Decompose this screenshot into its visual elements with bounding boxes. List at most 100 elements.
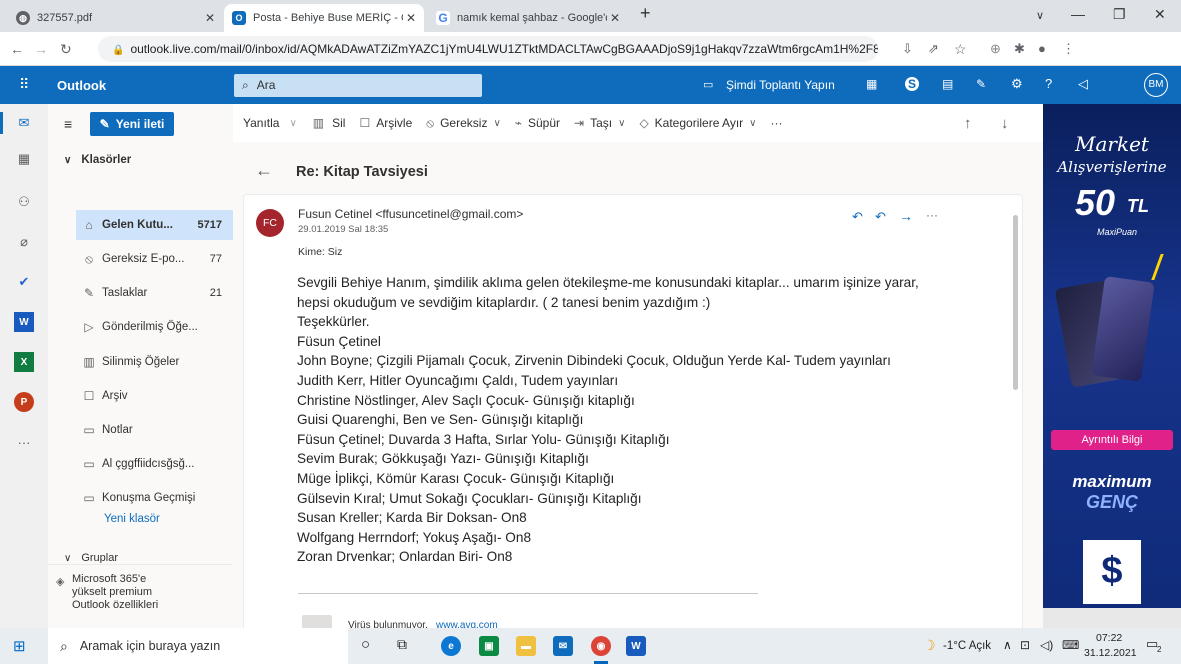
bookmark-star-icon[interactable]: ☆: [954, 41, 967, 58]
network-icon[interactable]: ⊡: [1020, 638, 1030, 652]
forward-icon[interactable]: →: [899, 208, 913, 224]
todo-icon[interactable]: ✔: [14, 272, 34, 292]
close-icon[interactable]: ✕: [205, 11, 215, 25]
people-icon[interactable]: ⚇: [14, 192, 34, 212]
sender-avatar[interactable]: FC: [256, 209, 284, 237]
folder-archive[interactable]: ☐ Arşiv: [82, 386, 232, 406]
attachment-icon[interactable]: ⌀: [14, 232, 34, 252]
folder-custom[interactable]: ▭ Al çggffiidcısğsğ...: [82, 454, 232, 474]
folder-sent[interactable]: ▷ Gönderilmiş Öğe...: [82, 317, 232, 337]
taskbar-search[interactable]: ⌕ Aramak için buraya yazın: [48, 628, 348, 664]
chrome-icon[interactable]: ◉: [591, 636, 611, 656]
word-app-icon[interactable]: W: [14, 312, 34, 332]
categorize-button[interactable]: Kategorilere Ayır: [655, 116, 744, 130]
arrow-up-icon[interactable]: ↑: [964, 115, 972, 132]
move-button[interactable]: Taşı: [590, 116, 612, 130]
groups-header[interactable]: ∨ Gruplar: [64, 553, 118, 563]
edge-icon[interactable]: e: [441, 636, 461, 656]
settings-icon[interactable]: ⚙: [1011, 76, 1023, 92]
chevron-down-icon[interactable]: ∨: [749, 118, 756, 129]
new-tab-icon[interactable]: +: [640, 3, 651, 24]
hamburger-icon[interactable]: ≡: [64, 116, 72, 132]
help-icon[interactable]: ?: [1045, 76, 1052, 91]
word-taskbar-icon[interactable]: W: [626, 636, 646, 656]
task-view-icon[interactable]: ⧉: [397, 636, 407, 653]
back-arrow-icon[interactable]: ←: [255, 160, 273, 181]
forward-icon[interactable]: →: [34, 41, 48, 57]
new-mail-button[interactable]: ✎ Yeni ileti: [90, 112, 174, 136]
share-icon[interactable]: ⇗: [928, 41, 939, 57]
delete-button[interactable]: Sil: [332, 116, 345, 130]
close-window-icon[interactable]: ✕: [1154, 6, 1166, 23]
file-explorer-icon[interactable]: ▬: [516, 636, 536, 656]
sweep-button[interactable]: Süpür: [528, 116, 560, 130]
archive-button[interactable]: Arşivle: [376, 116, 412, 130]
more-options-icon[interactable]: ···: [771, 116, 783, 130]
more-apps-icon[interactable]: ···: [14, 432, 34, 452]
reply-button[interactable]: Yanıtla: [243, 116, 279, 130]
chevron-down-icon[interactable]: ∨: [289, 118, 296, 129]
clock-time[interactable]: 07:22: [1096, 632, 1122, 644]
tab-pdf[interactable]: ◍ 327557.pdf ✕: [8, 4, 223, 32]
avatar[interactable]: BM: [1144, 73, 1168, 97]
folder-conversation-history[interactable]: ▭ Konuşma Geçmişi: [82, 488, 232, 508]
reply-icon[interactable]: ↶: [852, 209, 863, 225]
profile-icon[interactable]: ●: [1038, 41, 1046, 56]
arrow-down-icon[interactable]: ↓: [1001, 115, 1009, 132]
chevron-down-icon[interactable]: ∨: [493, 118, 500, 129]
chevron-up-icon[interactable]: ∧: [1003, 638, 1012, 652]
junk-button[interactable]: Gereksiz: [440, 116, 487, 130]
reply-all-icon[interactable]: ↶: [875, 209, 886, 225]
install-icon[interactable]: ⇩: [902, 41, 913, 57]
tab-search-icon[interactable]: ∨: [1036, 9, 1044, 22]
back-icon[interactable]: ←: [10, 41, 24, 57]
cortana-icon[interactable]: ○: [361, 636, 370, 653]
more-actions-icon[interactable]: ···: [926, 208, 938, 222]
upsell-panel[interactable]: ◈ Microsoft 365'e yükselt premium Outloo…: [48, 564, 233, 628]
store-icon[interactable]: ▣: [479, 636, 499, 656]
folder-junk-mail[interactable]: ⦸ Gereksiz E-po... 77: [82, 249, 232, 269]
weather-text[interactable]: -1°C Açık: [943, 640, 991, 652]
sender[interactable]: Fusun Cetinel <ffusuncetinel@gmail.com>: [298, 207, 523, 221]
tab-google[interactable]: G namık kemal şahbaz - Google'da ✕: [428, 4, 628, 32]
url-field[interactable]: 🔒 outlook.live.com/mail/0/inbox/id/AQMkAD…: [98, 36, 878, 62]
extension-icon[interactable]: ⊕: [990, 41, 1001, 57]
keyboard-icon[interactable]: ⌨: [1062, 638, 1079, 652]
app-launcher-icon[interactable]: ⠿: [19, 76, 29, 93]
puzzle-icon[interactable]: ✱: [1014, 41, 1025, 57]
meet-icon[interactable]: ▭: [703, 78, 713, 91]
close-icon[interactable]: ✕: [406, 11, 416, 25]
announcement-icon[interactable]: ◁: [1078, 76, 1088, 92]
scrollbar-thumb[interactable]: [1013, 215, 1018, 390]
menu-icon[interactable]: ⋮: [1062, 41, 1075, 57]
qr-icon[interactable]: ▦: [866, 77, 877, 91]
ad-button[interactable]: Ayrıntılı Bilgi: [1051, 430, 1173, 450]
restore-icon[interactable]: ❐: [1113, 6, 1126, 23]
avg-link[interactable]: www.avg.com: [436, 620, 498, 628]
chevron-down-icon[interactable]: ∨: [618, 118, 625, 129]
reload-icon[interactable]: ↻: [60, 41, 72, 58]
new-folder-link[interactable]: Yeni klasör: [104, 513, 160, 525]
word-icon[interactable]: ▤: [942, 77, 953, 91]
search-input[interactable]: ⌕ Ara: [234, 74, 482, 97]
folder-drafts[interactable]: ✎ Taslaklar 21: [82, 283, 232, 303]
weather-icon[interactable]: ☽: [923, 637, 936, 654]
folders-header[interactable]: ∨ Klasörler: [64, 154, 131, 166]
excel-app-icon[interactable]: X: [14, 352, 34, 372]
volume-icon[interactable]: ◁): [1040, 638, 1053, 652]
calendar-icon[interactable]: ▦: [14, 149, 34, 169]
powerpoint-app-icon[interactable]: P: [14, 392, 34, 412]
folder-deleted[interactable]: ▥ Silinmiş Öğeler: [82, 352, 232, 372]
mail-app-icon[interactable]: ✉: [553, 636, 573, 656]
minimize-icon[interactable]: —: [1071, 6, 1085, 22]
mail-icon[interactable]: ✉: [14, 113, 34, 133]
close-icon[interactable]: ✕: [610, 11, 620, 25]
skype-icon[interactable]: S: [905, 77, 919, 91]
ad-banner[interactable]: Market Alışverişlerine 50 TL MaxiPuan Ay…: [1043, 104, 1181, 628]
tab-outlook[interactable]: O Posta - Behiye Buse MERİÇ - Outl ✕: [224, 4, 424, 32]
feedback-icon[interactable]: ✎: [976, 77, 986, 91]
clock-date[interactable]: 31.12.2021: [1084, 647, 1137, 659]
folder-notes[interactable]: ▭ Notlar: [82, 420, 232, 440]
windows-start-icon[interactable]: ⊞: [13, 637, 26, 655]
meet-now-button[interactable]: Şimdi Toplantı Yapın: [726, 78, 835, 92]
